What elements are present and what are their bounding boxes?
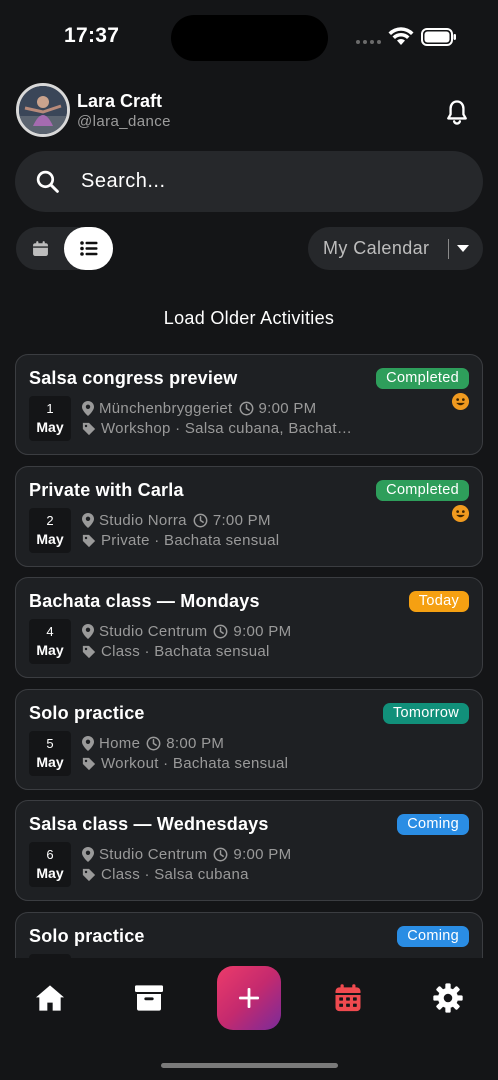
- activity-title: Salsa class — Wednesdays: [29, 814, 269, 834]
- location-pin-icon: [82, 513, 94, 528]
- calendar-icon: [335, 984, 361, 1012]
- activity-title: Bachata class — Mondays: [29, 591, 260, 611]
- add-activity-button[interactable]: [217, 966, 281, 1030]
- home-icon: [36, 985, 64, 1011]
- clock-icon: [146, 736, 161, 751]
- date-month: May: [36, 531, 64, 547]
- activity-title: Private with Carla: [29, 480, 184, 500]
- location-pin-icon: [82, 624, 94, 639]
- status-badge: Today: [408, 591, 469, 612]
- location-pin-icon: [82, 736, 94, 751]
- activity-time: 8:00 PM: [166, 735, 225, 752]
- activity-tags: Class · Salsa cubana: [101, 866, 249, 883]
- activity-time: 9:00 PM: [258, 400, 317, 417]
- status-badge: Coming: [397, 926, 469, 947]
- tag-icon: [82, 645, 96, 658]
- location-time-row: Studio Centrum 9:00 PM: [82, 623, 291, 640]
- date-month: May: [36, 754, 64, 770]
- smiley-mood-icon: [451, 392, 470, 411]
- nav-settings[interactable]: [428, 978, 468, 1018]
- location-time-row: Studio Centrum 9:00 PM: [82, 846, 291, 863]
- activity-list: Salsa congress preview Completed 1 May Münch…: [0, 0, 498, 958]
- activity-location: Studio Centrum: [99, 623, 208, 640]
- activity-time: 9:00 PM: [233, 846, 292, 863]
- activity-card[interactable]: Salsa class — Wednesdays Coming 6 May Studio…: [15, 800, 483, 901]
- bottom-navigation: [0, 958, 498, 1080]
- activity-card[interactable]: Private with Carla Completed 2 May Studio No…: [15, 466, 483, 567]
- activity-location: Studio Norra: [99, 512, 187, 529]
- date-day: 1: [46, 401, 54, 416]
- activity-card[interactable]: Solo practice Tomorrow 5 May Home 8:00 PM Work…: [15, 689, 483, 790]
- date-day: 6: [46, 847, 54, 862]
- clock-icon: [193, 513, 208, 528]
- home-indicator: [161, 1063, 338, 1068]
- date-box: 4 May: [29, 619, 71, 664]
- nav-home[interactable]: [30, 978, 70, 1018]
- date-month: May: [36, 865, 64, 881]
- date-day: 4: [46, 624, 54, 639]
- activity-time: 7:00 PM: [212, 512, 271, 529]
- location-time-row: Studio Norra 7:00 PM: [82, 512, 271, 529]
- activity-card[interactable]: Salsa congress preview Completed 1 May Münch…: [15, 354, 483, 455]
- activity-location: Studio Centrum: [99, 846, 208, 863]
- tag-icon: [82, 868, 96, 881]
- activity-tags: Private · Bachata sensual: [101, 532, 280, 549]
- tags-row: Class · Bachata sensual: [82, 643, 352, 660]
- activity-tags: Workshop · Salsa cubana, Bachata sensual: [101, 420, 352, 437]
- nav-archive[interactable]: [129, 978, 169, 1018]
- activity-time: 9:00 PM: [233, 623, 292, 640]
- location-time-row: Münchenbryggeriet 9:00 PM: [82, 400, 316, 417]
- activity-title: Salsa congress preview: [29, 368, 238, 388]
- activity-location: Münchenbryggeriet: [99, 400, 233, 417]
- tags-row: Workshop · Salsa cubana, Bachata sensual: [82, 420, 352, 437]
- clock-icon: [213, 624, 228, 639]
- date-box: 2 May: [29, 508, 71, 553]
- activity-title: Solo practice: [29, 926, 145, 946]
- activity-tags: Workout · Bachata sensual: [101, 755, 289, 772]
- date-day: 2: [46, 513, 54, 528]
- location-time-row: Home 8:00 PM: [82, 735, 224, 752]
- location-pin-icon: [82, 847, 94, 862]
- tag-icon: [82, 422, 96, 435]
- add-icon: [239, 988, 259, 1008]
- date-box: 5 May: [29, 731, 71, 776]
- status-badge: Coming: [397, 814, 469, 835]
- clock-icon: [213, 847, 228, 862]
- date-month: May: [36, 419, 64, 435]
- tags-row: Workout · Bachata sensual: [82, 755, 352, 772]
- activity-title: Solo practice: [29, 703, 145, 723]
- archive-icon: [135, 985, 163, 1011]
- nav-calendar[interactable]: [328, 978, 368, 1018]
- date-box: 6 May: [29, 842, 71, 887]
- activity-location: Home: [99, 735, 141, 752]
- date-month: May: [36, 642, 64, 658]
- status-badge: Completed: [376, 480, 469, 501]
- smiley-mood-icon: [451, 504, 470, 523]
- tag-icon: [82, 757, 96, 770]
- status-badge: Tomorrow: [382, 703, 469, 724]
- status-badge: Completed: [376, 368, 469, 389]
- clock-icon: [239, 401, 253, 416]
- tags-row: Class · Salsa cubana: [82, 866, 352, 883]
- activity-card[interactable]: Solo practice Coming: [15, 912, 483, 958]
- tag-icon: [82, 534, 96, 547]
- location-pin-icon: [82, 401, 94, 416]
- activity-tags: Class · Bachata sensual: [101, 643, 270, 660]
- tags-row: Private · Bachata sensual: [82, 532, 352, 549]
- activity-card[interactable]: Bachata class — Mondays Today 4 May Studio C…: [15, 577, 483, 678]
- settings-icon: [433, 983, 463, 1013]
- date-day: 5: [46, 736, 54, 751]
- date-box: 1 May: [29, 396, 71, 441]
